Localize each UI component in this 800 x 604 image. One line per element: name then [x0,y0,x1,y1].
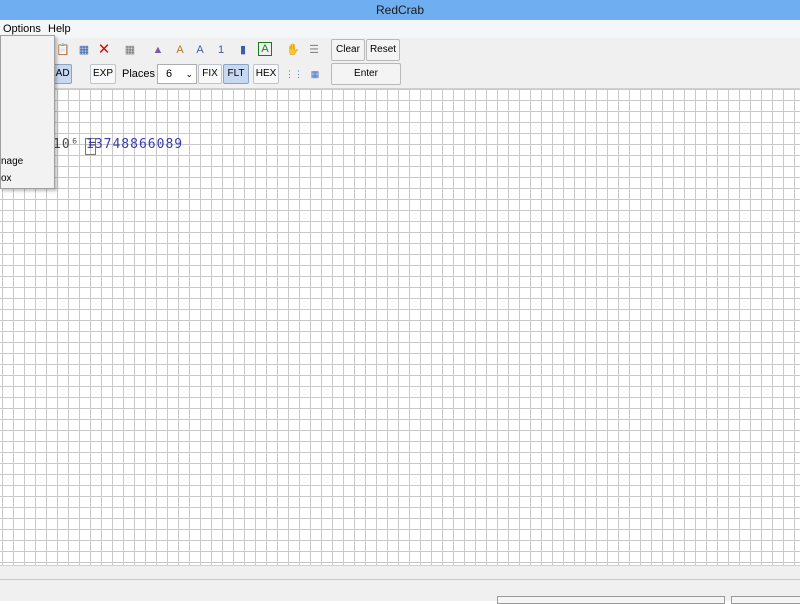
places-select[interactable]: 6 ⌄ [157,64,197,84]
bar-chart-icon[interactable]: ▮ [235,42,251,58]
status-field-right [731,596,800,604]
chevron-down-icon: ⌄ [185,69,193,79]
dropdown-item-image[interactable]: nage [1,156,23,168]
places-value: 6 [166,68,173,80]
grid-icon[interactable]: ▦ [122,42,138,58]
status-strip [0,565,800,580]
chart-icon[interactable]: ▲ [150,42,166,58]
paste-icon[interactable]: 📋 [55,42,71,58]
grid-fine-icon[interactable]: ▦ [307,66,323,82]
exp-button[interactable]: EXP [90,64,116,84]
delete-icon[interactable]: ✕ [96,42,112,58]
hex-button[interactable]: HEX [253,64,279,84]
expression-result[interactable]: 13748866089 [86,137,183,152]
clear-button[interactable]: Clear [331,39,365,61]
fix-button[interactable]: FIX [198,64,222,84]
grid-dots-icon[interactable]: ⋮⋮ [285,66,303,82]
window-title: RedCrab [0,0,800,20]
text-a-icon[interactable]: A [258,42,272,56]
toolbar: 📋 ▦ ✕ ▦ ▲ A A 1 ▮ A ✋ ☰ Clear Reset RAD … [0,38,800,89]
font-a-icon[interactable]: A [172,42,188,58]
places-label: Places [122,68,156,80]
number-icon[interactable]: 1 [213,42,229,58]
enter-button[interactable]: Enter [331,63,401,85]
status-field [497,596,725,604]
menu-bar: Options Help [0,20,800,38]
options-dropdown-menu: nage ox [0,35,55,189]
dropdown-item-box[interactable]: ox [1,173,12,185]
table-icon[interactable]: ▦ [76,42,92,58]
flt-button[interactable]: FLT [223,64,249,84]
font-a-alt-icon[interactable]: A [192,42,208,58]
worksheet-grid[interactable] [0,89,800,565]
hand-icon[interactable]: ✋ [285,42,301,58]
lines-icon[interactable]: ☰ [306,42,322,58]
reset-button[interactable]: Reset [366,39,400,61]
